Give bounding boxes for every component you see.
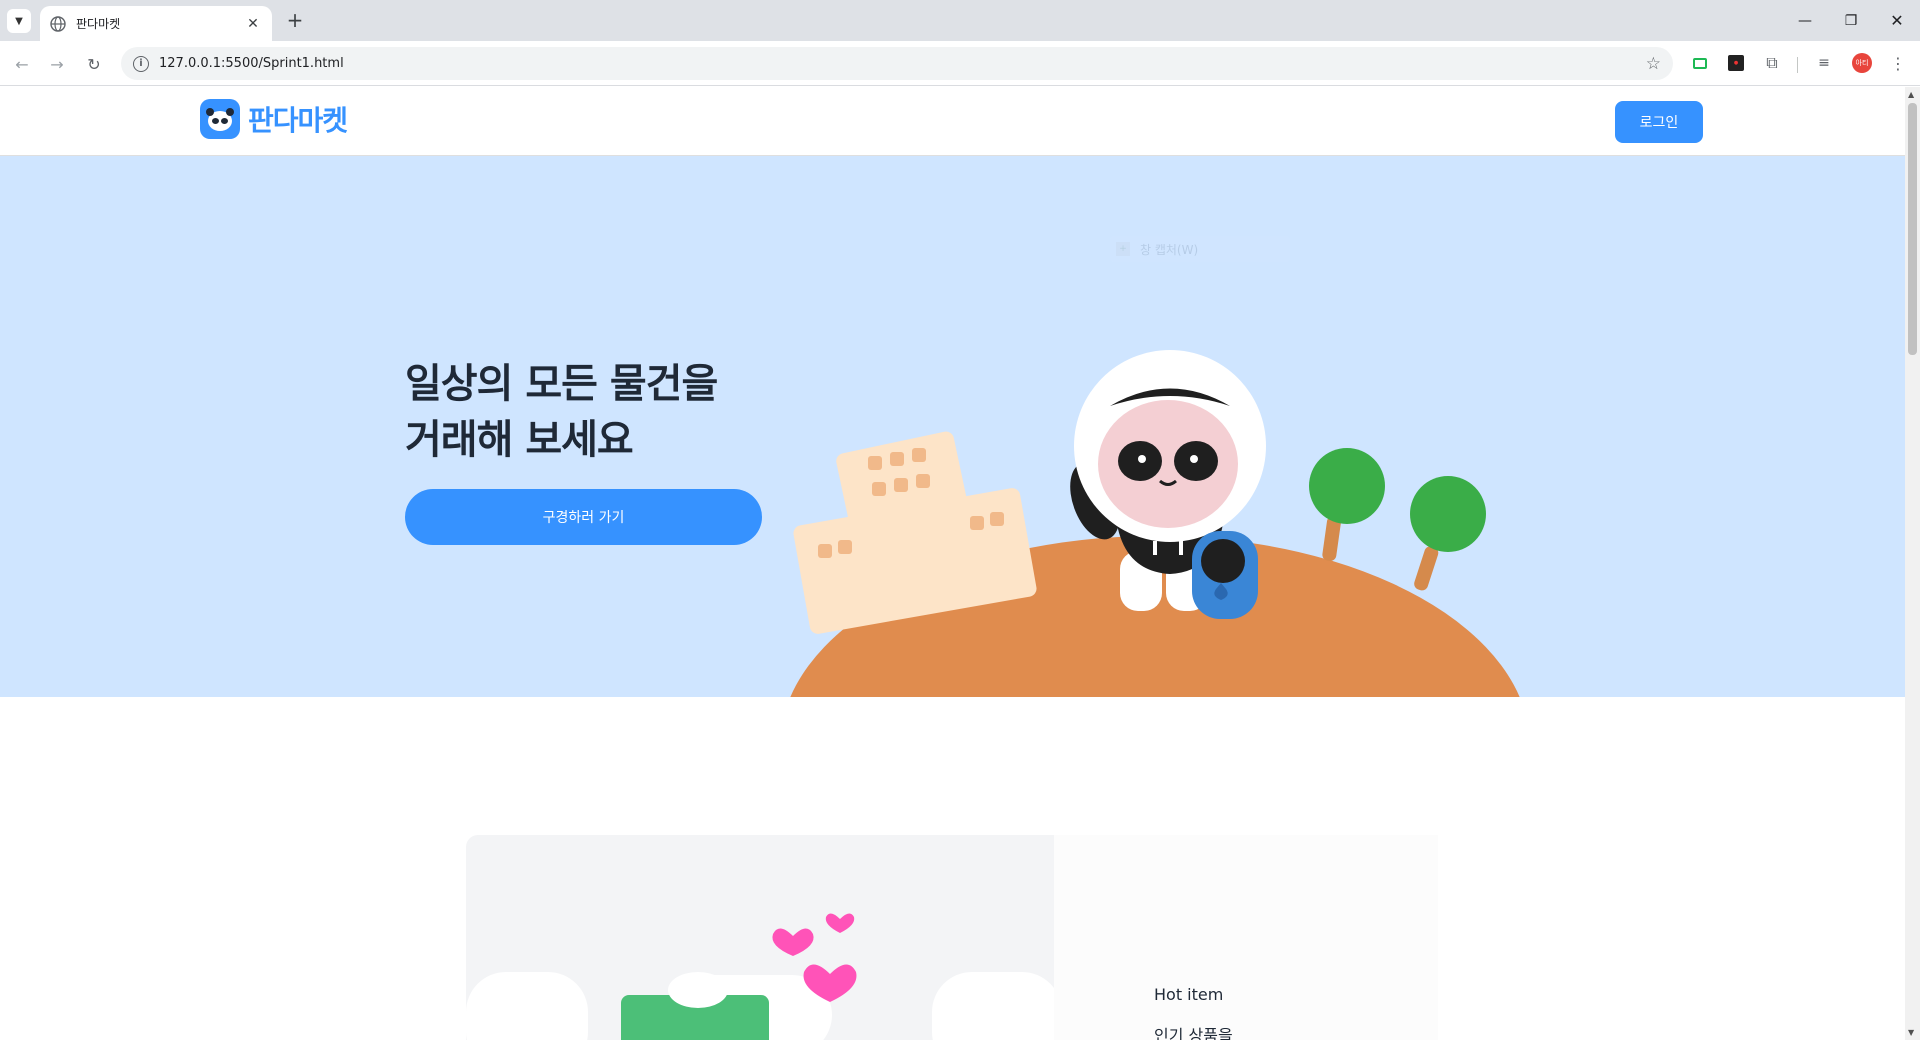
globe-icon — [50, 15, 66, 32]
hero-title: 일상의 모든 물건을 거래해 보세요 — [405, 356, 718, 468]
extension-dark-icon[interactable]: ● — [1726, 53, 1746, 73]
ghost-tooltip: + 창 캡처(W) — [1110, 236, 1290, 262]
new-tab-button[interactable]: + — [282, 8, 308, 34]
feature-label: Hot item — [1154, 985, 1224, 1004]
chevron-down-icon: ▼ — [15, 15, 23, 27]
profile-avatar[interactable]: 아티 — [1852, 53, 1872, 73]
heart-icon — [825, 913, 855, 933]
browse-button[interactable]: 구경하러 가기 — [405, 489, 762, 545]
back-button[interactable]: ← — [8, 50, 36, 78]
login-button[interactable]: 로그인 — [1615, 101, 1703, 143]
scroll-down-icon[interactable]: ▼ — [1908, 1028, 1914, 1037]
browser-toolbar: ← → ↻ i 127.0.0.1:5500/Sprint1.html ☆ ● … — [0, 41, 1920, 86]
more-menu-icon[interactable]: ⋮ — [1888, 53, 1908, 73]
site-header: 판다마켓 로그인 — [0, 87, 1905, 156]
panda-logo-icon — [200, 99, 240, 139]
arrow-left-icon: ← — [15, 54, 29, 74]
hero-title-line1: 일상의 모든 물건을 — [405, 361, 718, 407]
feature-heading: 인기 상품을 — [1154, 1026, 1233, 1040]
tab-strip: ▼ 판다마켓 ✕ + — ❐ ✕ — [0, 0, 1920, 41]
site-logo[interactable]: 판다마켓 — [200, 99, 348, 139]
reload-button[interactable]: ↻ — [80, 50, 108, 78]
toolbar-divider — [1797, 57, 1798, 73]
tab-title: 판다마켓 — [76, 17, 121, 31]
logo-text: 판다마켓 — [248, 104, 348, 137]
reload-icon: ↻ — [87, 54, 101, 74]
plus-icon: + — [1116, 242, 1130, 256]
bookmark-star-icon[interactable]: ☆ — [1646, 54, 1661, 74]
ghost-tooltip-text: 창 캡처(W) — [1140, 242, 1199, 257]
hot-item-illustration — [466, 913, 1054, 1040]
heart-icon — [772, 928, 814, 956]
close-icon[interactable]: ✕ — [244, 16, 262, 32]
hero-section: + 창 캡처(W) 일상의 모든 물건을 거래해 보세요 구경하러 가기 — [0, 156, 1905, 697]
feature-text-panel: Hot item 인기 상품을 — [1054, 835, 1438, 1040]
url-text[interactable]: 127.0.0.1:5500/Sprint1.html — [159, 56, 1646, 71]
browser-tab[interactable]: 판다마켓 ✕ — [40, 6, 272, 41]
minimize-button[interactable]: — — [1782, 0, 1828, 41]
extensions-puzzle-icon[interactable]: ⧉ — [1762, 53, 1782, 73]
hero-title-line2: 거래해 보세요 — [405, 417, 634, 463]
scrollbar-thumb[interactable] — [1908, 103, 1917, 355]
extension-screen-icon[interactable] — [1690, 53, 1710, 73]
page-scrollbar[interactable]: ▲ ▼ — [1905, 87, 1920, 1040]
arrow-right-icon: → — [50, 54, 64, 74]
hot-item-feature: Hot item 인기 상품을 — [466, 835, 1438, 1040]
feature-image — [466, 835, 1054, 1040]
info-icon[interactable]: i — [133, 55, 149, 72]
restore-button[interactable]: ❐ — [1828, 0, 1874, 41]
forward-button[interactable]: → — [43, 50, 71, 78]
tab-search-button[interactable]: ▼ — [7, 9, 31, 33]
window-close-button[interactable]: ✕ — [1874, 0, 1920, 41]
media-control-icon[interactable]: ≡ — [1814, 53, 1834, 73]
scroll-up-icon[interactable]: ▲ — [1908, 90, 1914, 99]
address-bar[interactable]: i 127.0.0.1:5500/Sprint1.html ☆ — [121, 47, 1673, 80]
panda-hero-illustration — [790, 350, 1520, 697]
page-viewport: 판다마켓 로그인 + 창 캡처(W) 일상의 모든 물건을 거래해 보세요 구경… — [0, 87, 1905, 1040]
